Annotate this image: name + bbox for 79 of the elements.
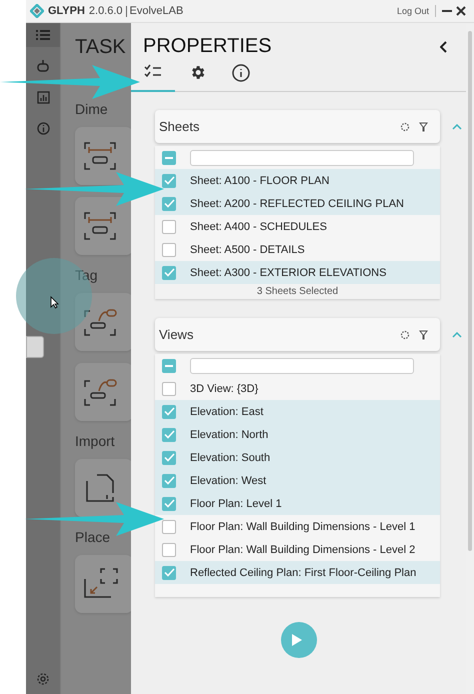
- list-item-label: Elevation: North: [190, 428, 268, 440]
- list-item-label: Sheet: A100 - FLOOR PLAN: [190, 174, 330, 186]
- checkbox[interactable]: [162, 220, 176, 234]
- cursor-icon: [50, 296, 59, 309]
- list-item-label: Sheet: A300 - EXTERIOR ELEVATIONS: [190, 266, 386, 278]
- select-all-checkbox[interactable]: [162, 150, 176, 164]
- logo-icon: [30, 4, 44, 18]
- checkbox[interactable]: [162, 242, 176, 256]
- panel-title: PROPERTIES: [143, 35, 272, 58]
- section-label: Import: [75, 433, 116, 449]
- robot-icon: [36, 59, 50, 73]
- tool-tile[interactable]: [75, 197, 131, 255]
- section-title: Sheets: [159, 119, 200, 134]
- list-item-label: Floor Plan: Level 1: [190, 498, 282, 510]
- checkbox[interactable]: [162, 174, 176, 188]
- checkbox[interactable]: [162, 404, 176, 418]
- list-item-label: Elevation: West: [190, 474, 266, 486]
- checkbox[interactable]: [162, 566, 176, 580]
- play-icon: [291, 633, 303, 647]
- tasks-title: TASK: [75, 36, 127, 59]
- tool-tile[interactable]: [75, 127, 131, 185]
- search-field[interactable]: [190, 150, 414, 166]
- tag-icon: [83, 307, 117, 337]
- chevron-up-icon[interactable]: [452, 332, 462, 338]
- section-label: Tag: [75, 267, 99, 283]
- select-all-checkbox[interactable]: [162, 358, 176, 372]
- dimension-icon: [83, 141, 117, 171]
- checkbox[interactable]: [162, 428, 176, 442]
- list-item-label: Sheet: A400 - SCHEDULES: [190, 220, 327, 232]
- section-title: Views: [159, 327, 194, 342]
- refresh-icon[interactable]: [400, 122, 410, 132]
- scrollbar[interactable]: [466, 23, 474, 694]
- list-item-label: Reflected Ceiling Plan: First Floor-Ceiling Plan: [190, 566, 416, 578]
- rail-button[interactable]: [26, 23, 60, 47]
- section-label: Dime: [75, 101, 109, 117]
- checklist-icon: [144, 64, 162, 78]
- filter-icon[interactable]: [419, 330, 428, 340]
- dimension-icon: [83, 211, 117, 241]
- list-item-label: Floor Plan: Wall Building Dimensions - Level 2: [190, 544, 416, 556]
- tool-tile[interactable]: [75, 555, 131, 613]
- checkbox[interactable]: [162, 542, 176, 556]
- tag-icon: [83, 377, 117, 407]
- chart-icon: [36, 90, 50, 104]
- list-item-label: Sheet: A200 - REFLECTED CEILING PLAN: [190, 198, 404, 210]
- chevron-up-icon[interactable]: [452, 124, 462, 130]
- info-icon: [232, 64, 250, 82]
- checkbox[interactable]: [162, 196, 176, 210]
- selection-count: 3 Sheets Selected: [155, 284, 440, 299]
- checkbox[interactable]: [162, 496, 176, 510]
- logout-link[interactable]: Log Out: [396, 6, 429, 16]
- close-icon[interactable]: [456, 6, 466, 16]
- refresh-icon[interactable]: [400, 330, 410, 340]
- collapsed-tab[interactable]: [26, 336, 44, 358]
- company-name: EvolveLAB: [130, 5, 184, 17]
- document-icon: [83, 471, 117, 505]
- app-name: GLYPH: [48, 5, 85, 17]
- checkbox[interactable]: [162, 520, 176, 534]
- search-field[interactable]: [190, 358, 414, 374]
- info-icon: [36, 122, 50, 134]
- section-label: Place: [75, 529, 112, 545]
- tool-tile[interactable]: [75, 459, 131, 517]
- list-icon: [36, 29, 50, 41]
- checkbox[interactable]: [162, 474, 176, 488]
- checkbox[interactable]: [162, 450, 176, 464]
- run-button[interactable]: [280, 622, 316, 658]
- list-item-label: Elevation: East: [190, 406, 264, 418]
- tool-tile[interactable]: [75, 363, 131, 421]
- filter-icon[interactable]: [419, 122, 428, 132]
- list-item-label: Elevation: South: [190, 452, 270, 464]
- list-item-label: 3D View: {3D}: [190, 382, 258, 394]
- settings-icon[interactable]: [36, 672, 50, 686]
- app-version: 2.0.6.0: [88, 5, 123, 17]
- tool-tile[interactable]: [75, 293, 131, 351]
- list-item-label: Sheet: A500 - DETAILS: [190, 244, 305, 256]
- chevron-left-icon[interactable]: [440, 40, 448, 52]
- place-icon: [83, 567, 119, 601]
- list-item-label: Floor Plan: Wall Building Dimensions - Level 1: [190, 520, 416, 532]
- checkbox[interactable]: [162, 382, 176, 396]
- checkbox[interactable]: [162, 266, 176, 280]
